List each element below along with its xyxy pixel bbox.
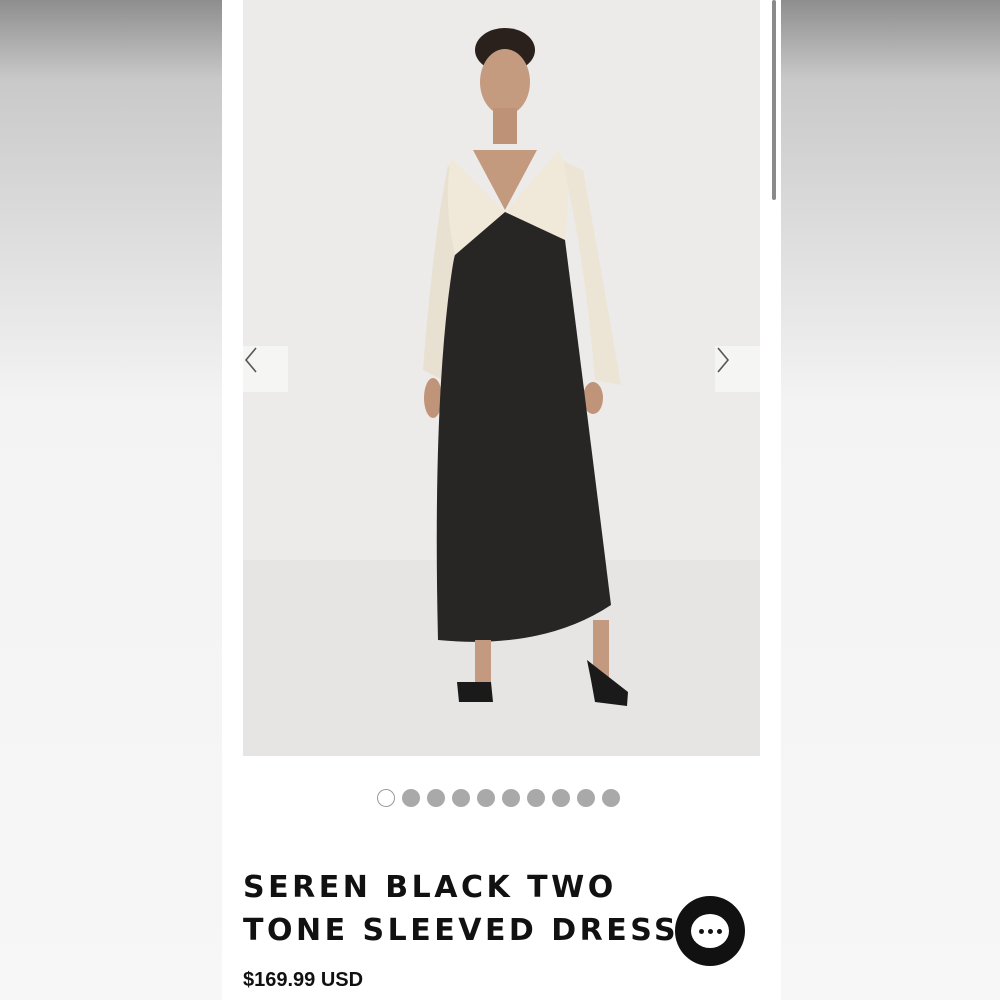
- right-backdrop: [781, 0, 1000, 1000]
- chat-button[interactable]: [675, 896, 745, 966]
- product-price: $169.99 USD: [243, 969, 364, 991]
- product-title-line-1: SEREN BLACK TWO: [243, 870, 617, 905]
- chevron-right-icon: [717, 347, 730, 373]
- pagination-dot-7[interactable]: [527, 789, 545, 807]
- pagination-dot-6[interactable]: [502, 789, 520, 807]
- chevron-left-icon: [244, 347, 257, 373]
- pagination-dot-9[interactable]: [577, 789, 595, 807]
- product-page: SEREN BLACK TWO TONE SLEEVED DRESS $169.…: [222, 0, 781, 1000]
- product-image-gallery[interactable]: [243, 0, 760, 756]
- gallery-pagination: [377, 788, 620, 808]
- pagination-dot-10[interactable]: [602, 789, 620, 807]
- dress-photo: [243, 0, 760, 756]
- scrollbar[interactable]: [772, 0, 776, 200]
- pagination-dot-2[interactable]: [402, 789, 420, 807]
- chat-bubble-icon: [691, 914, 729, 948]
- pagination-dot-5[interactable]: [477, 789, 495, 807]
- left-backdrop: [0, 0, 222, 1000]
- pagination-dot-1[interactable]: [377, 789, 395, 807]
- next-image-button[interactable]: [715, 346, 760, 392]
- pagination-dot-8[interactable]: [552, 789, 570, 807]
- previous-image-button[interactable]: [243, 346, 288, 392]
- pagination-dot-3[interactable]: [427, 789, 445, 807]
- pagination-dot-4[interactable]: [452, 789, 470, 807]
